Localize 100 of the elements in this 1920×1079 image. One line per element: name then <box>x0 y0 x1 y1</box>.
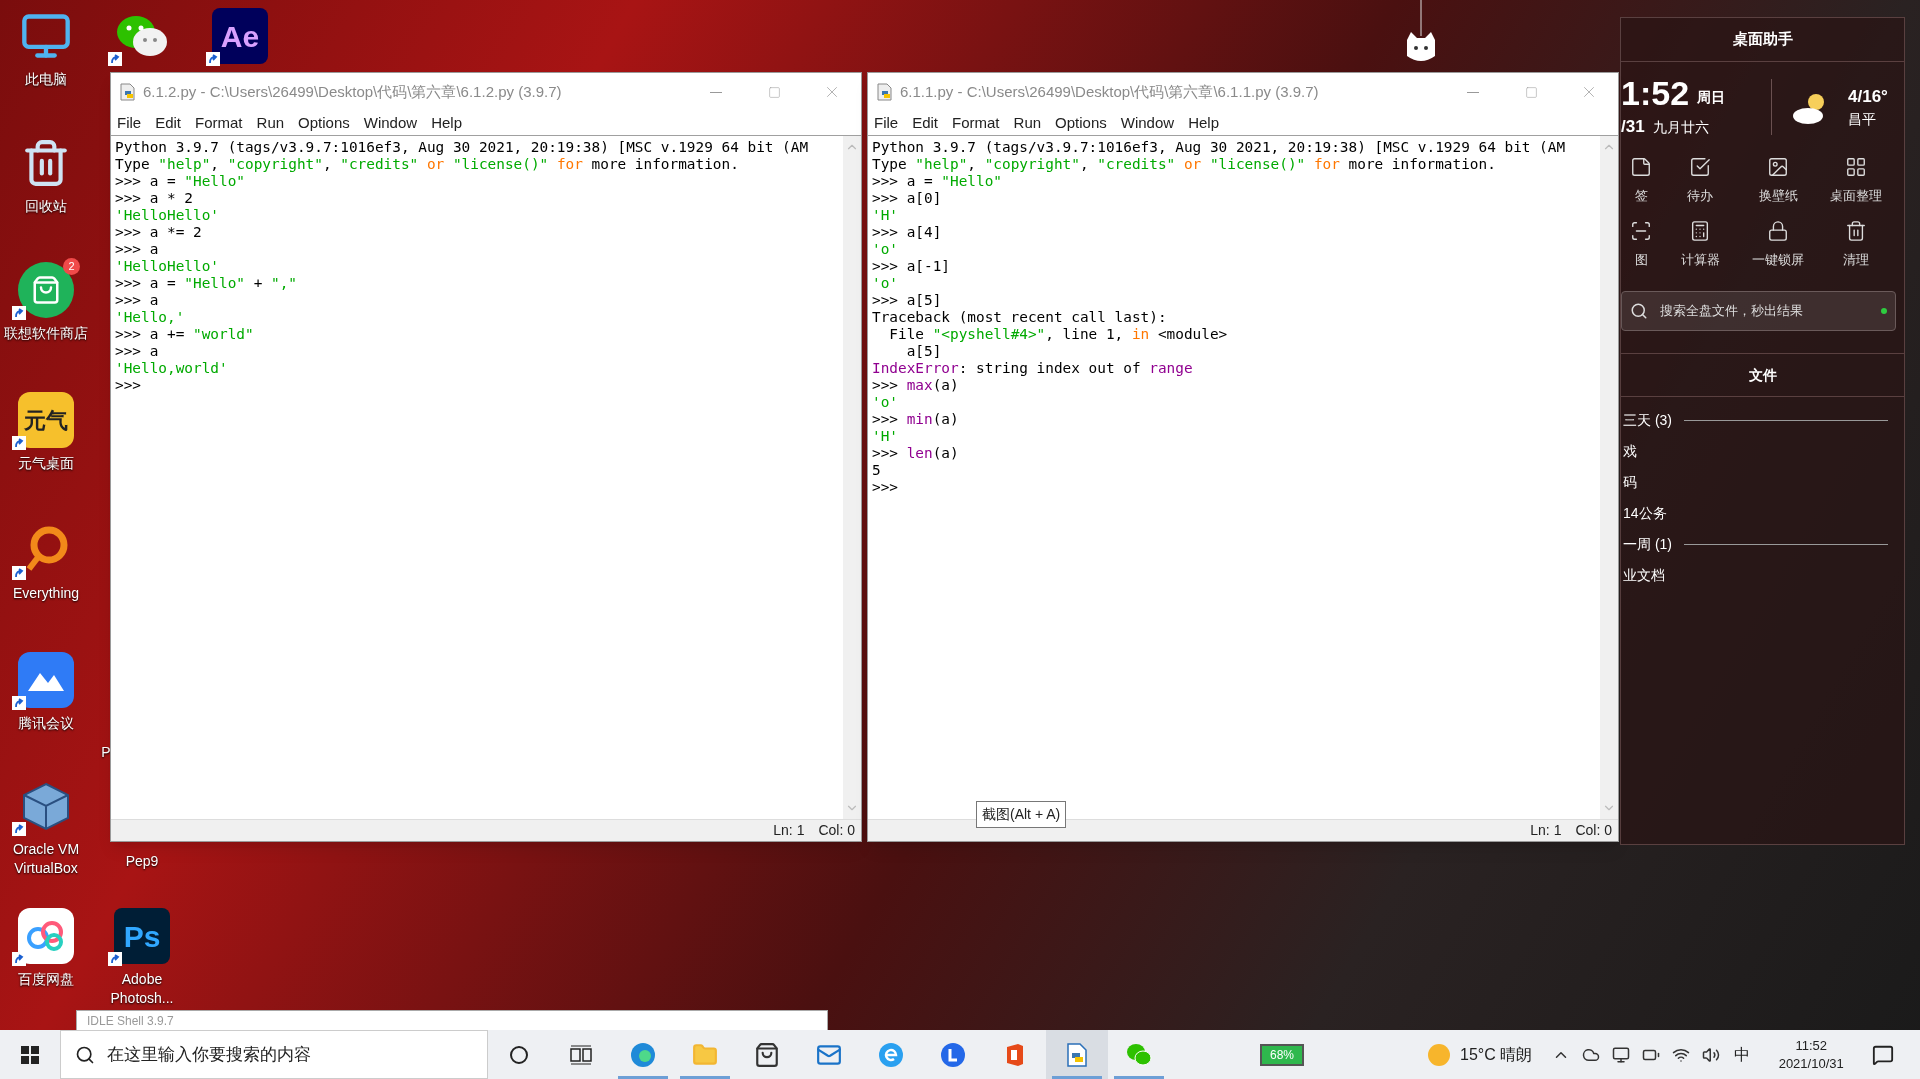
menu-item[interactable]: Run <box>256 111 285 135</box>
code-line: >>> <box>115 377 141 394</box>
city-text: 昌平 <box>1848 110 1877 130</box>
menu-item[interactable]: Edit <box>155 111 182 135</box>
volume-icon[interactable] <box>1702 1045 1721 1064</box>
menu-item[interactable]: Format <box>952 111 1000 135</box>
python-file-icon <box>1064 1041 1090 1068</box>
lunar-date-text: 九月廿六 <box>1652 117 1709 137</box>
window-title: 6.1.2.py - C:\Users\26499\Desktop\代码\第六章\6.1.2.py (3.9.7) <box>143 81 562 102</box>
crop-icon[interactable] <box>1630 219 1652 242</box>
desktop-icon-label[interactable]: 腾讯会议 <box>0 714 92 733</box>
panel-title: 桌面助手 <box>1732 29 1793 50</box>
shopping-bag-icon <box>18 262 74 318</box>
checklist-icon[interactable] <box>1689 156 1711 178</box>
code-line: >>> a <box>115 292 159 309</box>
code-line: 'HelloHello' <box>115 258 219 275</box>
round-l-icon <box>940 1041 966 1068</box>
menu-item[interactable]: Help <box>431 111 462 135</box>
code-line: 'H' <box>872 428 898 445</box>
battery-level-badge: 68% <box>1260 1043 1304 1066</box>
clock-button[interactable]: 11:52 2021/10/31 <box>1766 1036 1857 1073</box>
cloud-rings-icon <box>18 908 74 964</box>
tool-label[interactable]: 桌面整理 <box>1830 186 1882 206</box>
desktop-icon-label[interactable]: 此电脑 <box>0 70 92 89</box>
monitor-icon[interactable] <box>1612 1045 1631 1064</box>
menu-item[interactable]: File <box>874 111 899 135</box>
menu-item[interactable]: Run <box>1013 111 1042 135</box>
tool-label[interactable]: 计算器 <box>1680 249 1720 269</box>
section-title: 文件 <box>1748 365 1777 385</box>
date-text: /31 <box>1621 116 1645 139</box>
recent-document-entry[interactable]: 业文档 <box>1621 565 1665 586</box>
store-bag-icon <box>754 1041 780 1068</box>
desktop-icon-label[interactable]: P <box>101 743 111 762</box>
python-file-icon <box>876 83 894 101</box>
desktop-icon-label[interactable]: 百度网盘 <box>0 970 92 989</box>
menu-item[interactable]: File <box>117 111 142 135</box>
tool-label[interactable]: 一键锁屏 <box>1752 249 1804 269</box>
desktop-icon-label[interactable]: Adobe Photosh... <box>96 970 188 1008</box>
code-line: 'H' <box>872 207 898 224</box>
code-line: >>> a[0] <box>872 190 942 207</box>
status-text: Ln: 1 <box>773 821 805 840</box>
window-title: IDLE Shell 3.9.7 <box>87 1014 174 1028</box>
calculator-icon[interactable] <box>1689 219 1711 242</box>
code-line: Type "help", "copyright", "credits" or "license()" for more information. <box>115 156 739 173</box>
menu-item[interactable]: Options <box>1055 111 1107 135</box>
desktop-icon-label[interactable]: Everything <box>0 584 92 603</box>
recent-document-entry[interactable]: 码 <box>1621 472 1637 493</box>
minimize-icon <box>1467 91 1479 93</box>
bin-icon[interactable] <box>1845 219 1867 242</box>
tool-label[interactable]: 待办 <box>1687 186 1713 206</box>
menu-item[interactable]: Window <box>1120 111 1175 135</box>
file-search-field[interactable]: 搜索全盘文件，秒出结果 <box>1621 291 1896 331</box>
menu-item[interactable]: Format <box>195 111 243 135</box>
round-e-icon <box>878 1041 904 1068</box>
code-line: >>> a *= 2 <box>115 224 202 241</box>
code-line: >>> a * 2 <box>115 190 193 207</box>
tool-label[interactable]: 图 <box>1634 249 1648 269</box>
code-line: 'Hello,world' <box>115 360 228 377</box>
tooltip: 截图(Alt + A) <box>976 801 1067 828</box>
lock-icon[interactable] <box>1767 219 1789 242</box>
code-line: 'o' <box>872 241 898 258</box>
code-line: >>> a[-1] <box>872 258 950 275</box>
code-line: 'HelloHello' <box>115 207 219 224</box>
input-method-indicator[interactable]: 中 <box>1734 1042 1751 1067</box>
menu-item[interactable]: Help <box>1188 111 1219 135</box>
recent-document-entry[interactable]: 14公务 <box>1621 503 1667 524</box>
search-icon <box>1630 302 1648 320</box>
desktop-icon-label[interactable]: 元气桌面 <box>0 454 92 473</box>
chat-bubbles-icon <box>1126 1041 1152 1068</box>
menu-item[interactable]: Window <box>363 111 418 135</box>
maximize-icon <box>1524 85 1538 99</box>
menu-item[interactable]: Edit <box>912 111 939 135</box>
code-line: 5 <box>872 462 881 479</box>
clock-time: 1:52 <box>1621 74 1690 113</box>
desktop-icon-label[interactable]: Pep9 <box>125 852 159 871</box>
notification-icon[interactable] <box>1872 1043 1894 1066</box>
temperature-text: 4/16° <box>1848 85 1888 108</box>
picture-icon[interactable] <box>1767 156 1789 178</box>
code-line: 'o' <box>872 394 898 411</box>
code-line: >>> a[5] <box>872 292 942 309</box>
code-line: >>> a = "Hello" <box>872 173 1002 190</box>
code-line: >>> len(a) <box>872 445 959 462</box>
count-badge: 2 <box>63 258 80 275</box>
note-icon[interactable] <box>1630 156 1652 178</box>
status-text: Col: 0 <box>818 821 855 840</box>
desktop-icon-label[interactable]: 联想软件商店 <box>0 324 92 343</box>
taskbar-search-field[interactable]: 在这里输入你要搜索的内容 <box>60 1030 488 1079</box>
tool-label[interactable]: 换壁纸 <box>1758 186 1798 206</box>
maximize-icon <box>767 85 781 99</box>
grid-icon[interactable] <box>1845 156 1867 178</box>
desktop-icon-label[interactable]: 回收站 <box>0 197 92 216</box>
menu-item[interactable]: Options <box>298 111 350 135</box>
tool-label[interactable]: 签 <box>1634 186 1648 206</box>
recent-document-entry[interactable]: 戏 <box>1621 441 1637 462</box>
minimize-icon <box>710 91 722 93</box>
tool-label[interactable]: 清理 <box>1843 249 1869 269</box>
recent-group-header[interactable]: 三天 (3) <box>1621 410 1672 431</box>
recent-group-header[interactable]: 一周 (1) <box>1621 534 1672 555</box>
code-line: >>> a[4] <box>872 224 942 241</box>
desktop-icon-label[interactable]: Oracle VM VirtualBox <box>0 840 92 878</box>
